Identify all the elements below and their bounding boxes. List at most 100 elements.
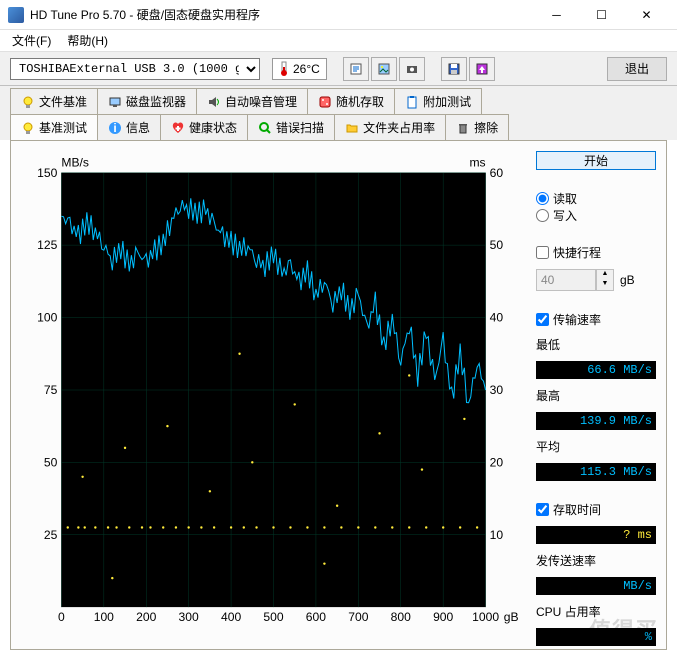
camera-icon (405, 62, 419, 76)
svg-text:300: 300 (179, 610, 199, 624)
tab-label: 文件基准 (39, 93, 87, 110)
svg-text:20: 20 (490, 455, 504, 469)
read-radio-row[interactable]: 读取 (536, 190, 656, 207)
tab-label: 擦除 (474, 119, 498, 136)
window-title: HD Tune Pro 5.70 - 硬盘/固态硬盘实用程序 (30, 6, 534, 23)
cpu-label: CPU 占用率 (536, 603, 656, 620)
window-titlebar: HD Tune Pro 5.70 - 硬盘/固态硬盘实用程序 ─ ☐ ✕ (0, 0, 677, 30)
svg-text:25: 25 (44, 528, 58, 542)
tab-label: 错误扫描 (276, 119, 324, 136)
tab-label: 磁盘监视器 (126, 93, 186, 110)
tab-row-1: 文件基准 磁盘监视器 自动噪音管理随机存取 附加测试 (10, 88, 667, 115)
tab-信息[interactable]: i 信息 (97, 114, 161, 140)
maximize-button[interactable]: ☐ (579, 1, 624, 29)
svg-text:900: 900 (433, 610, 453, 624)
temperature-display: 26°C (272, 58, 327, 80)
lightbulb-icon (21, 121, 35, 135)
tab-基准测试[interactable]: 基准测试 (10, 114, 98, 140)
cpu-value: % (536, 628, 656, 646)
tab-文件基准[interactable]: 文件基准 (10, 88, 98, 115)
save-button[interactable] (441, 57, 467, 81)
short-stroke-unit: gB (620, 273, 635, 287)
tab-附加测试[interactable]: 附加测试 (394, 88, 482, 115)
clipboard-icon (405, 95, 419, 109)
tab-label: 信息 (126, 119, 150, 136)
access-time-checkbox[interactable] (536, 503, 549, 516)
tab-自动噪音管理[interactable]: 自动噪音管理 (196, 88, 308, 115)
close-button[interactable]: ✕ (624, 1, 669, 29)
tab-健康状态[interactable]: 健康状态 (160, 114, 248, 140)
tab-错误扫描[interactable]: 错误扫描 (247, 114, 335, 140)
short-stroke-spinner: ▲ ▼ (596, 269, 614, 291)
svg-text:50: 50 (490, 238, 504, 252)
tab-label: 附加测试 (423, 93, 471, 110)
svg-text:10: 10 (490, 528, 504, 542)
load-button[interactable] (469, 57, 495, 81)
tab-文件夹占用率[interactable]: 文件夹占用率 (334, 114, 446, 140)
tab-随机存取[interactable]: 随机存取 (307, 88, 395, 115)
tab-label: 自动噪音管理 (225, 93, 297, 110)
tab-label: 健康状态 (189, 119, 237, 136)
svg-text:100: 100 (37, 311, 57, 325)
tab-磁盘监视器[interactable]: 磁盘监视器 (97, 88, 197, 115)
copy-screenshot-button[interactable] (371, 57, 397, 81)
minimize-button[interactable]: ─ (534, 1, 579, 29)
chart-area: MB/sms2550751001251501020304050600100200… (21, 151, 526, 639)
benchmark-chart: MB/sms2550751001251501020304050600100200… (21, 151, 526, 639)
svg-text:ms: ms (469, 156, 485, 170)
svg-text:0: 0 (58, 610, 65, 624)
spinner-up-button[interactable]: ▲ (597, 270, 613, 280)
access-time-value: ? ms (536, 526, 656, 544)
tab-label: 基准测试 (39, 119, 87, 136)
temperature-value: 26°C (293, 62, 320, 76)
health-icon (171, 121, 185, 135)
svg-text:100: 100 (94, 610, 114, 624)
tab-擦除[interactable]: 擦除 (445, 114, 509, 140)
min-label: 最低 (536, 336, 656, 353)
transfer-rate-checkbox[interactable] (536, 313, 549, 326)
drive-select[interactable]: TOSHIBAExternal USB 3.0 (1000 gB) (10, 58, 260, 80)
short-stroke-checkbox[interactable] (536, 246, 549, 259)
max-label: 最高 (536, 387, 656, 404)
short-stroke-input (536, 269, 596, 291)
menu-file[interactable]: 文件(F) (4, 30, 59, 51)
short-stroke-row[interactable]: 快捷行程 (536, 244, 656, 261)
monitor-icon (108, 95, 122, 109)
copy-info-button[interactable] (343, 57, 369, 81)
svg-text:1000: 1000 (472, 610, 499, 624)
exit-button[interactable]: 退出 (607, 57, 667, 81)
spinner-down-button[interactable]: ▼ (597, 280, 613, 290)
write-radio-row[interactable]: 写入 (536, 207, 656, 224)
speaker-icon (207, 95, 221, 109)
lightbulb-icon (21, 95, 35, 109)
search-icon (258, 121, 272, 135)
tab-container: 文件基准 磁盘监视器 自动噪音管理随机存取 附加测试 基准测试 i 信息 健康状态 错误扫描 文… (0, 86, 677, 140)
write-radio[interactable] (536, 209, 549, 222)
read-radio[interactable] (536, 192, 549, 205)
info-icon: i (108, 121, 122, 135)
app-icon (8, 7, 24, 23)
transfer-rate-label: 传输速率 (553, 311, 601, 328)
svg-text:30: 30 (490, 383, 504, 397)
svg-text:50: 50 (44, 455, 58, 469)
copy-image-icon (377, 62, 391, 76)
short-stroke-label: 快捷行程 (553, 244, 601, 261)
max-value: 139.9 MB/s (536, 412, 656, 430)
dice-icon (318, 95, 332, 109)
svg-text:400: 400 (221, 610, 241, 624)
menu-help[interactable]: 帮助(H) (59, 30, 116, 51)
toolbar: TOSHIBAExternal USB 3.0 (1000 gB) 26°C 退… (0, 52, 677, 86)
transfer-rate-row[interactable]: 传输速率 (536, 311, 656, 328)
svg-text:60: 60 (490, 166, 504, 180)
tab-row-2: 基准测试 i 信息 健康状态 错误扫描 文件夹占用率 擦除 (10, 114, 667, 140)
write-label: 写入 (553, 207, 577, 224)
avg-value: 115.3 MB/s (536, 463, 656, 481)
access-time-row[interactable]: 存取时间 (536, 501, 656, 518)
screenshot-button[interactable] (399, 57, 425, 81)
save-icon (447, 62, 461, 76)
benchmark-content: MB/sms2550751001251501020304050600100200… (10, 140, 667, 650)
min-value: 66.6 MB/s (536, 361, 656, 379)
trash-icon (456, 121, 470, 135)
tab-label: 文件夹占用率 (363, 119, 435, 136)
start-button[interactable]: 开始 (536, 151, 656, 170)
